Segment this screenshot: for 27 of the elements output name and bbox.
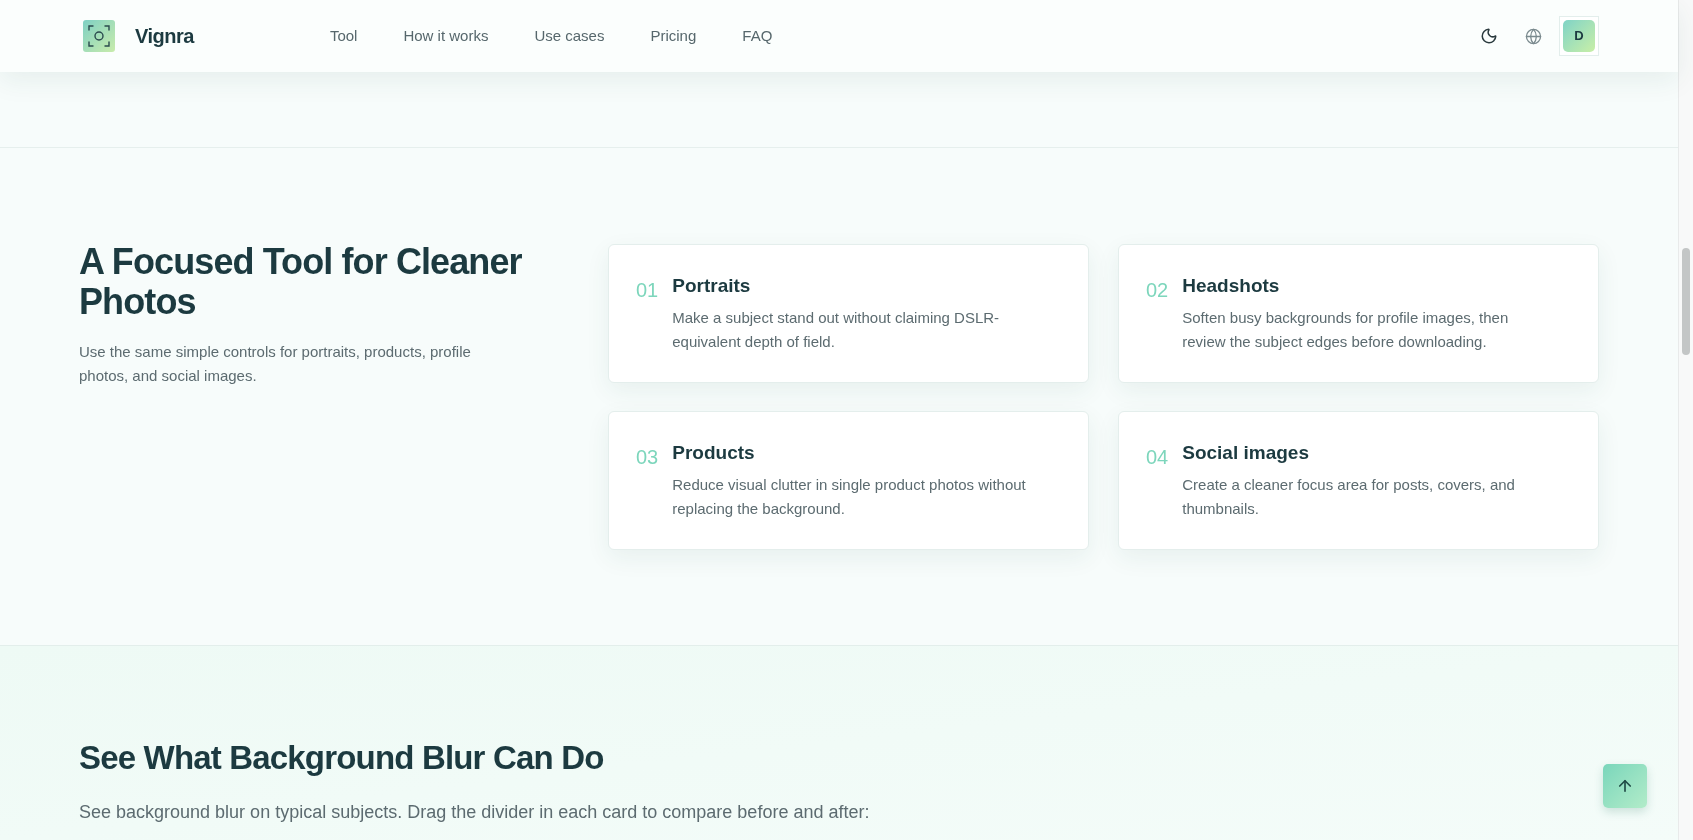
globe-icon <box>1524 27 1542 45</box>
nav-link[interactable]: How it works <box>403 24 489 48</box>
nav-link[interactable]: Pricing <box>650 24 697 48</box>
nav-link[interactable]: Tool <box>329 24 358 48</box>
gallery-subtitle: See background blur on typical subjects. Drag the divider in each card to compare before and after: <box>79 801 871 824</box>
card-description: Soften busy backgrounds for profile images, then review the subject edges before downloading. <box>1182 308 1510 352</box>
card-description: Make a subject stand out without claiming DSLR-equivalent depth of field. <box>672 308 1001 352</box>
back-to-top-button[interactable] <box>1603 764 1647 808</box>
card-title: Headshots <box>1182 274 1281 298</box>
nav-link[interactable]: FAQ <box>742 24 773 48</box>
nav-link[interactable]: Use cases <box>534 24 605 48</box>
card-title: Portraits <box>672 274 752 298</box>
moon-icon <box>1480 27 1498 45</box>
card-title: Social images <box>1182 441 1310 465</box>
step-number: 03 <box>636 445 659 470</box>
card-description: Create a cleaner focus area for posts, covers, and thumbnails. <box>1182 475 1516 519</box>
section-description: Use the same simple controls for portraits, products, profile photos, and social images. <box>79 342 472 386</box>
step-number: 04 <box>1146 445 1169 470</box>
step-number: 02 <box>1146 278 1169 303</box>
scrollbar-thumb[interactable] <box>1682 248 1690 355</box>
card-description: Reduce visual clutter in single product photos without replacing the background. <box>672 475 1027 519</box>
gallery-heading: See What Background Blur Can Do <box>79 738 605 778</box>
brand-name[interactable]: Vignra <box>135 21 194 51</box>
step-number: 01 <box>636 278 659 303</box>
card-title: Products <box>672 441 756 465</box>
logo-icon <box>83 20 115 52</box>
section-heading: A Focused Tool for Cleaner Photos <box>79 242 523 322</box>
